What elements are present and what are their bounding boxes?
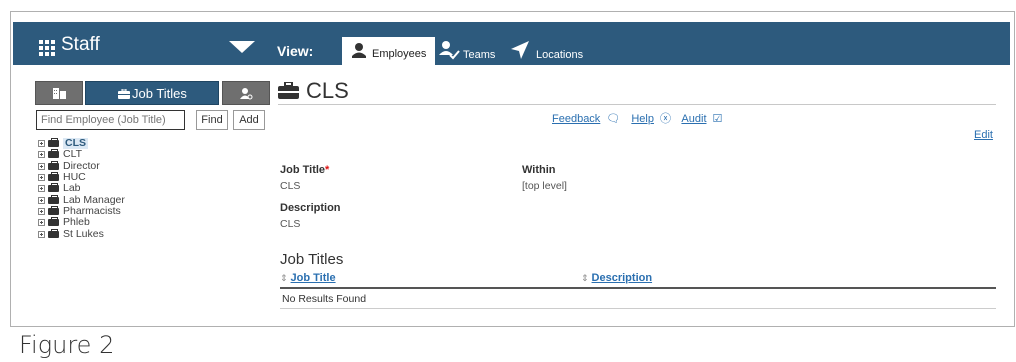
building-icon <box>53 88 66 99</box>
audit-link[interactable]: Audit <box>681 113 706 125</box>
within-label: Within <box>522 164 556 176</box>
tab-label: Teams <box>463 49 496 61</box>
comment-icon: 🗨 <box>606 113 621 125</box>
briefcase-icon <box>48 228 59 238</box>
buildings-mode-button[interactable] <box>35 81 83 105</box>
job-titles-label: Job Titles <box>132 86 187 101</box>
tab-label: Locations <box>536 49 584 61</box>
tab-teams[interactable]: Teams <box>438 37 504 65</box>
within-value: [top level] <box>522 180 567 192</box>
find-employee-input[interactable] <box>36 110 185 130</box>
help-links: Feedback 🗨 Help ⓧ Audit ☑ <box>552 110 722 126</box>
column-header-job-title[interactable]: ⇕ Job Title <box>280 272 336 284</box>
grid-icon <box>39 40 55 56</box>
tree-item-lab[interactable]: Lab <box>38 183 258 194</box>
expand-icon[interactable] <box>38 207 45 215</box>
question-icon: ⓧ <box>659 113 671 125</box>
section-title: Job Titles <box>280 251 344 268</box>
empty-table-message: No Results Found <box>282 293 367 305</box>
briefcase-icon <box>278 82 299 99</box>
expand-icon[interactable] <box>38 174 45 182</box>
feedback-link[interactable]: Feedback <box>552 113 600 125</box>
sort-icon: ⇕ <box>280 273 288 283</box>
job-title-tree: CLS CLT Director HUC Lab Lab Manager Pha… <box>38 138 258 240</box>
table-header-rule <box>280 287 996 289</box>
table-rule <box>280 308 996 309</box>
chevron-down-icon[interactable] <box>229 41 255 53</box>
person-mode-button[interactable] <box>222 81 270 105</box>
expand-icon[interactable] <box>38 185 45 193</box>
tree-item-st-lukes[interactable]: St Lukes <box>38 228 258 239</box>
tab-locations[interactable]: Locations <box>509 37 599 65</box>
expand-icon[interactable] <box>38 196 45 204</box>
expand-icon[interactable] <box>38 140 45 148</box>
view-label: View: <box>277 43 314 59</box>
app-title: Staff <box>61 34 100 55</box>
figure-caption: Figure 2 <box>19 331 115 359</box>
tab-label: Employees <box>372 48 427 60</box>
find-button[interactable]: Find <box>196 110 228 130</box>
briefcase-icon <box>48 138 59 148</box>
job-title-label: Job Title* <box>280 164 330 176</box>
page-title: CLS <box>306 78 349 103</box>
expand-icon[interactable] <box>38 219 45 227</box>
header-gap <box>260 22 268 65</box>
briefcase-icon <box>48 194 59 204</box>
required-marker: * <box>325 164 330 176</box>
briefcase-icon <box>48 205 59 215</box>
description-value: CLS <box>280 218 301 230</box>
briefcase-icon <box>48 172 59 182</box>
expand-icon[interactable] <box>38 230 45 238</box>
tab-employees[interactable]: Employees <box>342 37 435 65</box>
edit-link[interactable]: Edit <box>974 129 993 141</box>
tree-item-clt[interactable]: CLT <box>38 149 258 160</box>
sort-icon: ⇕ <box>581 273 589 283</box>
job-titles-mode-button[interactable]: Job Titles <box>85 81 219 105</box>
briefcase-icon <box>48 160 59 170</box>
tree-item-phleb[interactable]: Phleb <box>38 217 258 228</box>
briefcase-icon <box>48 149 59 159</box>
description-label: Description <box>280 202 341 214</box>
team-icon <box>439 41 460 60</box>
location-arrow-icon <box>511 41 529 59</box>
briefcase-icon <box>118 89 130 99</box>
expand-icon[interactable] <box>38 162 45 170</box>
person-icon <box>352 43 366 58</box>
divider <box>278 104 996 105</box>
add-button[interactable]: Add <box>233 110 265 130</box>
calendar-check-icon: ☑ <box>712 113 723 125</box>
help-link[interactable]: Help <box>631 113 654 125</box>
briefcase-icon <box>48 183 59 193</box>
person-pin-icon <box>240 88 253 100</box>
job-title-value: CLS <box>280 180 301 192</box>
briefcase-icon <box>48 217 59 227</box>
column-header-description[interactable]: ⇕ Description <box>581 272 652 284</box>
expand-icon[interactable] <box>38 151 45 159</box>
